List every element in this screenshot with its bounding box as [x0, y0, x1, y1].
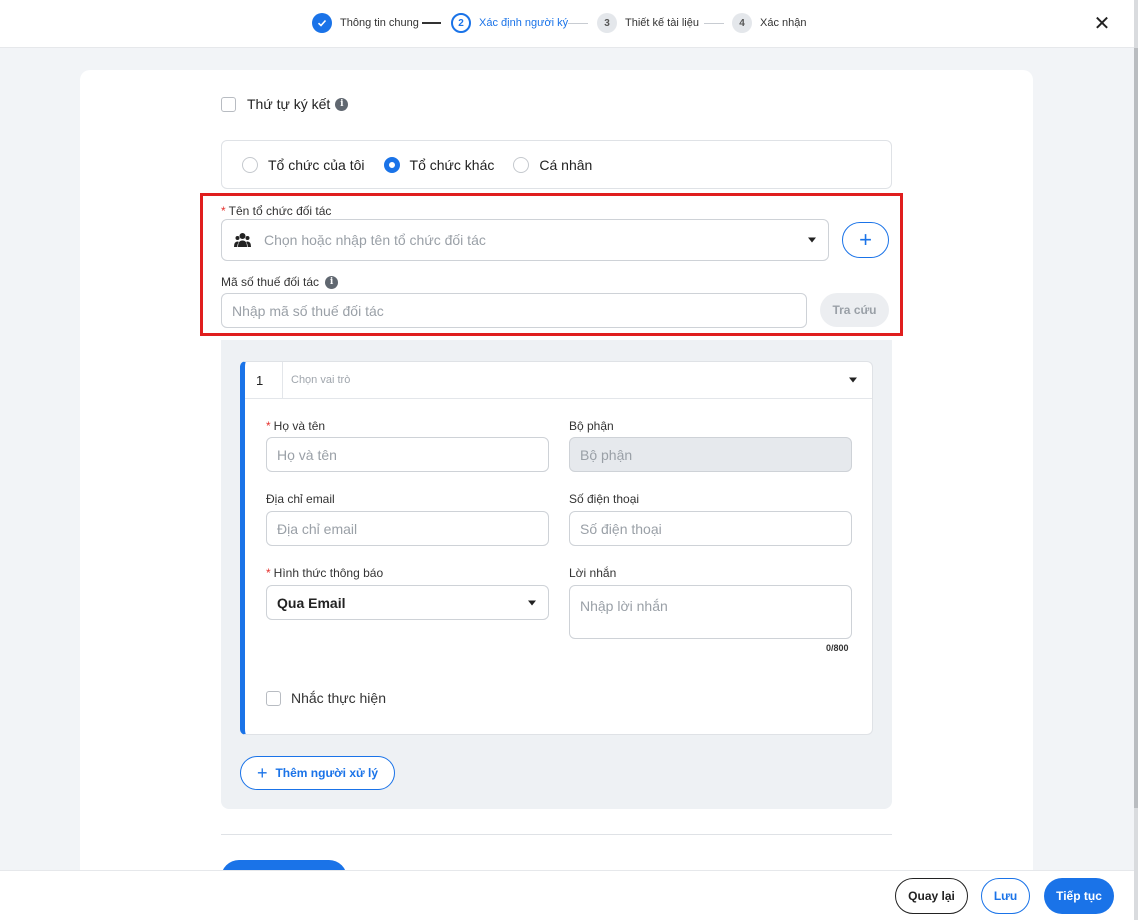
divider: [282, 362, 283, 399]
label-text: Họ và tên: [273, 419, 326, 433]
back-button[interactable]: Quay lại: [895, 878, 968, 914]
department-placeholder: Bộ phận: [580, 446, 633, 463]
radio-circle: [242, 156, 258, 173]
step-number: 4: [732, 13, 752, 33]
step-label: Thông tin chung: [340, 17, 419, 29]
remind-checkbox[interactable]: [266, 690, 281, 706]
email-placeholder: Địa chỉ email: [277, 520, 358, 537]
fullname-input[interactable]: Họ và tên: [266, 437, 549, 472]
footer-bar: Quay lại Lưu Tiếp tục: [0, 870, 1134, 920]
close-icon[interactable]: ✕: [1092, 14, 1112, 34]
required-mark: *: [266, 566, 271, 580]
department-label: Bộ phận: [569, 419, 614, 433]
add-handler-button[interactable]: + Thêm người xử lý: [240, 756, 395, 790]
required-mark: *: [266, 419, 271, 433]
email-label: Địa chỉ email: [266, 492, 335, 506]
radio-other-org[interactable]: Tổ chức khác: [383, 156, 495, 173]
fullname-label: * Họ và tên: [266, 419, 325, 433]
signing-order-label: Thứ tự ký kết: [247, 96, 331, 112]
save-button[interactable]: Lưu: [981, 878, 1030, 914]
info-icon[interactable]: i: [335, 97, 349, 111]
step-number: 2: [451, 13, 471, 33]
org-type-group: Tổ chức của tôi Tổ chức khác Cá nhân: [221, 140, 892, 189]
section-divider: [221, 834, 892, 835]
phone-input[interactable]: Số điện thoại: [569, 511, 852, 546]
scrollbar[interactable]: [1134, 0, 1138, 920]
step-confirm[interactable]: 4 Xác nhận: [732, 13, 806, 33]
notify-value: Qua Email: [277, 594, 346, 611]
notify-select[interactable]: Qua Email: [266, 585, 549, 620]
message-counter: 0/800: [826, 643, 849, 653]
step-connector: [704, 23, 724, 24]
remind-row: Nhắc thực hiện: [266, 690, 386, 706]
radio-my-org[interactable]: Tổ chức của tôi: [242, 156, 365, 173]
signing-order-row: Thứ tự ký kết i: [221, 96, 349, 112]
message-placeholder: Nhập lời nhắn: [580, 598, 668, 614]
message-label: Lời nhắn: [569, 566, 617, 580]
add-handler-label: Thêm người xử lý: [275, 766, 379, 780]
remind-label: Nhắc thực hiện: [291, 690, 386, 706]
step-number: 3: [597, 13, 617, 33]
radio-label: Tổ chức khác: [409, 156, 495, 173]
role-select[interactable]: 1 Chọn vai trò: [245, 362, 872, 399]
step-label: Xác nhận: [760, 17, 807, 29]
radio-circle: [513, 156, 530, 173]
phone-placeholder: Số điện thoại: [580, 520, 662, 537]
signer-card: 1 Chọn vai trò: [240, 361, 873, 735]
radio-circle-selected: [383, 156, 400, 173]
step-connector: [568, 23, 588, 24]
chevron-down-icon: [528, 600, 536, 605]
step-general-info[interactable]: Thông tin chung: [312, 13, 419, 33]
phone-label: Số điện thoại: [569, 492, 640, 506]
step-label: Thiết kế tài liệu: [625, 17, 699, 29]
scrollbar-thumb[interactable]: [1134, 48, 1138, 808]
step-signers[interactable]: 2 Xác định người ký: [451, 13, 568, 33]
next-button[interactable]: Tiếp tục: [1044, 878, 1114, 914]
step-connector: [422, 22, 441, 24]
stepper-bar: Thông tin chung 2 Xác định người ký 3 Th…: [0, 0, 1134, 48]
radio-label: Cá nhân: [539, 156, 593, 173]
role-placeholder: Chọn vai trò: [291, 374, 351, 386]
signer-index: 1: [256, 373, 264, 388]
step-design[interactable]: 3 Thiết kế tài liệu: [597, 13, 699, 33]
highlight-box: [200, 193, 903, 336]
plus-icon: +: [256, 762, 268, 783]
step-label: Xác định người ký: [479, 17, 569, 29]
signing-order-checkbox[interactable]: [221, 96, 236, 112]
notify-label: * Hình thức thông báo: [266, 566, 383, 580]
message-textarea[interactable]: Nhập lời nhắn: [569, 585, 852, 639]
chevron-down-icon: [849, 377, 857, 383]
check-icon: [312, 13, 332, 33]
radio-label: Tổ chức của tôi: [268, 156, 365, 173]
label-text: Hình thức thông báo: [273, 566, 384, 580]
email-input[interactable]: Địa chỉ email: [266, 511, 549, 546]
radio-individual[interactable]: Cá nhân: [513, 156, 593, 173]
fullname-placeholder: Họ và tên: [277, 446, 337, 463]
department-input: Bộ phận: [569, 437, 852, 472]
